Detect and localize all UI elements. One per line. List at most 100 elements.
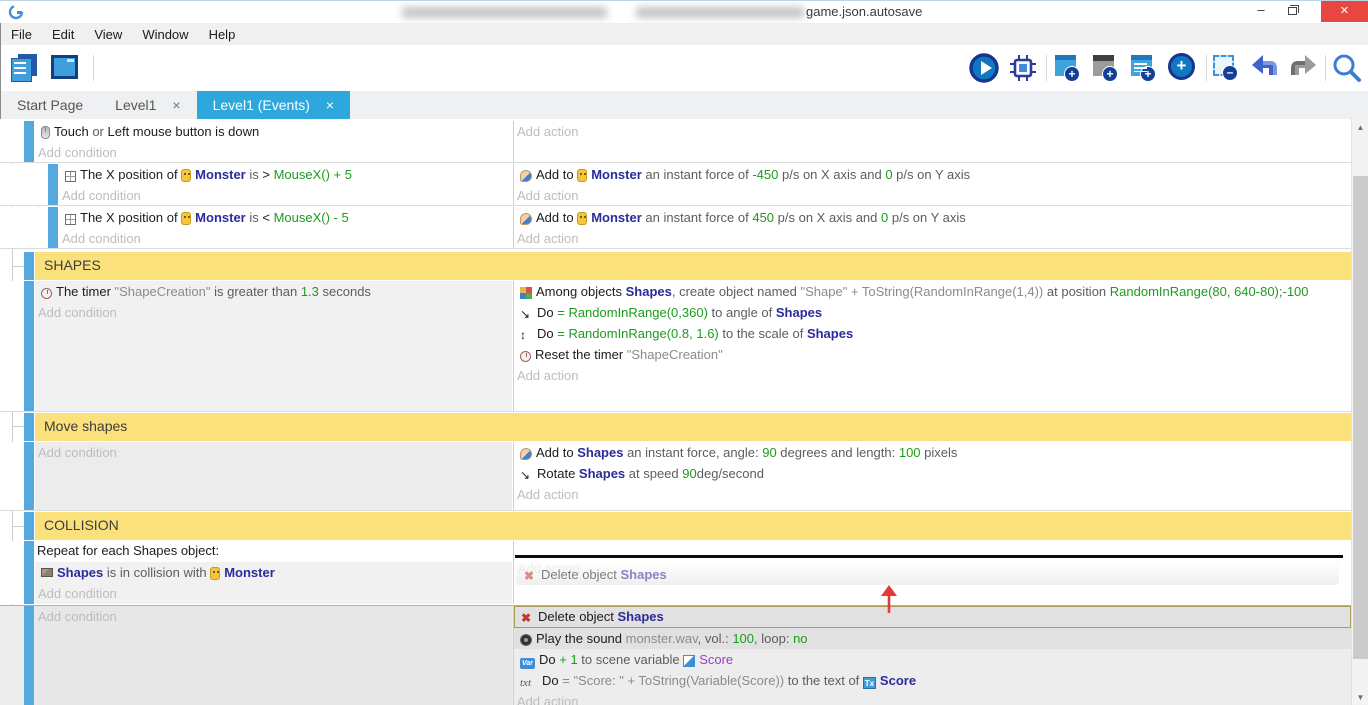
add-action-link[interactable]: Add action (514, 484, 1351, 505)
event-collision-actions[interactable]: Add condition Delete object Shapes Play … (0, 605, 1351, 705)
undo-button[interactable] (1249, 52, 1281, 84)
close-button[interactable]: ✕ (1321, 1, 1368, 22)
sub-event-x-less[interactable]: The X position of Monster is < MouseX() … (0, 207, 1351, 249)
comment-band[interactable]: SHAPES (35, 252, 1351, 280)
search-button[interactable] (1331, 52, 1363, 84)
add-condition-link[interactable]: Add condition (35, 606, 512, 627)
redo-icon (1287, 52, 1319, 84)
tab-close-icon[interactable]: × (326, 97, 334, 113)
text-segment: p/s on X axis and (778, 167, 885, 182)
add-action-link[interactable]: Add action (514, 185, 1351, 205)
debug-button[interactable] (1007, 52, 1039, 84)
add-condition-link[interactable]: Add condition (35, 142, 512, 162)
add-new-button[interactable]: + (1167, 52, 1199, 84)
add-condition-link[interactable]: Add condition (35, 442, 512, 463)
search-icon (1331, 52, 1363, 84)
event-selection-bar (24, 606, 34, 705)
event-selection-bar (24, 442, 34, 510)
project-manager-icon (11, 54, 37, 80)
text-segment: Do (542, 673, 562, 688)
comment-band[interactable]: Move shapes (35, 413, 1351, 441)
text-segment: or (89, 124, 108, 139)
scroll-down-arrow[interactable]: ▼ (1352, 689, 1368, 705)
menu-edit[interactable]: Edit (42, 27, 84, 42)
event-touch-mouse[interactable]: Touch or Left mouse button is down Add c… (0, 121, 1351, 163)
action-row[interactable]: Add to Monster an instant force of -450 … (514, 164, 1351, 185)
text-segment: The X position of (80, 167, 181, 182)
gdevelop-logo-icon (8, 4, 24, 20)
play-button[interactable] (968, 52, 1000, 84)
text-segment: Monster (224, 565, 275, 580)
for-each-header[interactable]: Repeat for each Shapes object: (35, 541, 512, 558)
text-segment: , create object named (672, 284, 801, 299)
redo-button[interactable] (1287, 52, 1319, 84)
shapes-icon (41, 568, 53, 577)
condition-row[interactable]: Touch or Left mouse button is down (35, 121, 512, 142)
add-circle-icon: + (1168, 53, 1195, 80)
action-row-selected[interactable]: Delete object Shapes (514, 606, 1351, 628)
add-condition-link[interactable]: Add condition (59, 185, 512, 205)
comment-shapes[interactable]: SHAPES (0, 252, 1351, 280)
comment-collision[interactable]: COLLISION (0, 512, 1351, 540)
comment-move-shapes[interactable]: Move shapes (0, 413, 1351, 441)
txt-icon (520, 673, 538, 686)
add-condition-link[interactable]: Add condition (35, 302, 512, 323)
condition-row[interactable]: The X position of Monster is < MouseX() … (59, 207, 512, 228)
action-row[interactable]: Among objects Shapes, create object name… (514, 281, 1351, 302)
menu-help[interactable]: Help (199, 27, 246, 42)
project-manager-button[interactable] (9, 52, 41, 84)
text-segment: monster.wav (626, 631, 698, 646)
text-segment: Delete object (541, 567, 621, 582)
tab-close-icon[interactable]: × (172, 97, 180, 113)
text-segment: "ShapeCreation" (115, 284, 211, 299)
plus-badge-icon: + (1140, 66, 1156, 82)
action-row[interactable]: Do = RandomInRange(0,360) to angle of Sh… (514, 302, 1351, 323)
action-row[interactable]: Do = "Score: " + ToString(Variable(Score… (514, 670, 1351, 691)
action-row[interactable]: Do = RandomInRange(0.8, 1.6) to the scal… (514, 323, 1351, 344)
event-move-shapes[interactable]: Add condition Add to Shapes an instant f… (0, 442, 1351, 511)
action-row[interactable]: Add to Shapes an instant force, angle: 9… (514, 442, 1351, 463)
action-row[interactable]: Add to Monster an instant force of 450 p… (514, 207, 1351, 228)
menu-view[interactable]: View (84, 27, 132, 42)
add-action-link[interactable]: Add action (514, 228, 1351, 248)
menu-window[interactable]: Window (132, 27, 198, 42)
comment-band[interactable]: COLLISION (35, 512, 1351, 540)
add-condition-link[interactable]: Add condition (59, 228, 512, 248)
condition-row[interactable]: The X position of Monster is > MouseX() … (59, 164, 512, 185)
redacted-title-text (636, 7, 804, 18)
event-shape-creation-timer[interactable]: The timer "ShapeCreation" is greater tha… (0, 281, 1351, 412)
add-action-link[interactable]: Add action (514, 691, 1351, 705)
maximize-button[interactable] (1277, 1, 1309, 22)
monster-icon (181, 212, 191, 225)
minus-badge-icon: – (1222, 65, 1238, 81)
tab-level1-events[interactable]: Level1 (Events)× (197, 91, 350, 119)
scene-editor-button[interactable] (49, 52, 81, 84)
add-action-link[interactable]: Add action (514, 365, 1351, 386)
text-segment: 0 (885, 167, 892, 182)
action-row[interactable]: Do + 1 to scene variable Score (514, 649, 1351, 670)
add-sub-event-button[interactable]: + (1091, 52, 1123, 84)
condition-row[interactable]: The timer "ShapeCreation" is greater tha… (35, 281, 512, 302)
scrollbar-thumb[interactable] (1353, 176, 1368, 659)
menu-file[interactable]: File (1, 27, 42, 42)
add-condition-link[interactable]: Add condition (35, 583, 512, 604)
action-row[interactable]: Reset the timer "ShapeCreation" (514, 344, 1351, 365)
condition-row[interactable]: Shapes is in collision with Monster (35, 562, 512, 583)
add-action-link[interactable]: Add action (514, 121, 1351, 142)
delete-selection-button[interactable]: – (1211, 52, 1243, 84)
add-comment-button[interactable]: + (1129, 52, 1161, 84)
add-event-button[interactable]: + (1053, 52, 1085, 84)
action-row[interactable]: Rotate Shapes at speed 90deg/second (514, 463, 1351, 484)
scroll-up-arrow[interactable]: ▲ (1352, 119, 1368, 136)
tab-level1[interactable]: Level1× (99, 91, 196, 119)
tab-start-page[interactable]: Start Page (1, 91, 99, 119)
sub-event-x-greater[interactable]: The X position of Monster is > MouseX() … (0, 164, 1351, 206)
minimize-button[interactable]: – (1245, 1, 1277, 22)
event-for-each-shapes[interactable]: Repeat for each Shapes object: Shapes is… (0, 541, 1351, 604)
action-row[interactable]: Play the sound monster.wav, vol.: 100, l… (514, 628, 1351, 649)
text-segment: p/s on Y axis (893, 167, 971, 182)
text-segment: > (262, 167, 273, 182)
redacted-title-text (402, 7, 607, 18)
text-segment: Shapes (776, 305, 822, 320)
textobj-icon (863, 677, 876, 689)
